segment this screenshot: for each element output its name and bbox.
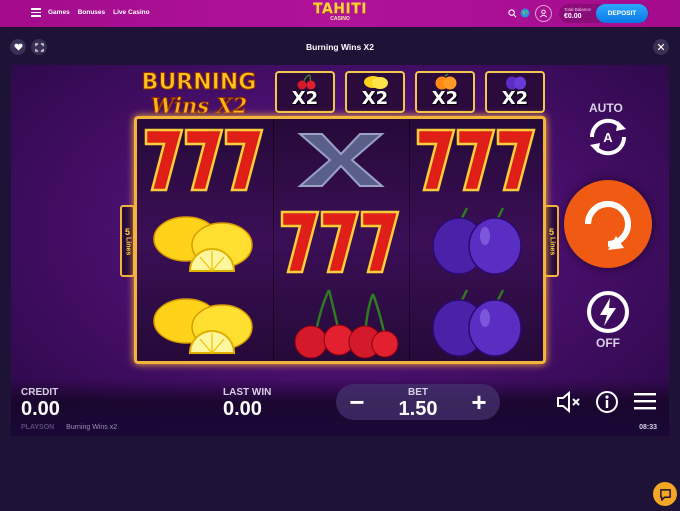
user-icon bbox=[540, 9, 547, 18]
badge-label: X2 bbox=[431, 88, 459, 109]
balance-value: €0.00 bbox=[564, 13, 582, 20]
lines-indicator-right: 5 Lines bbox=[544, 205, 559, 277]
symbol-cherry bbox=[273, 283, 409, 365]
lines-word: Lines bbox=[548, 236, 556, 256]
bet-control: − BET 1.50 + bbox=[336, 384, 500, 420]
provider-name: PLAYSON bbox=[21, 424, 55, 431]
casino-logo[interactable]: TAHITI CASINO bbox=[311, 2, 369, 22]
credit-value: 0.00 bbox=[21, 398, 60, 420]
close-game-button[interactable] bbox=[653, 39, 669, 55]
plum-icon bbox=[506, 76, 526, 90]
lemon-icon bbox=[364, 76, 388, 89]
lines-indicator-left: 5 Lines bbox=[120, 205, 135, 277]
last-win-label: LAST WIN bbox=[223, 387, 272, 398]
lemon-x2-badge: X2 bbox=[345, 71, 405, 113]
chat-button[interactable] bbox=[653, 482, 677, 506]
symbol-seven bbox=[409, 119, 545, 201]
cherry-x2-badge: X2 bbox=[275, 71, 335, 113]
symbol-seven bbox=[273, 201, 409, 283]
game-title: Burning Wins X2 bbox=[306, 42, 374, 52]
nav-live-casino[interactable]: Live Casino bbox=[113, 9, 149, 16]
menu-icon[interactable] bbox=[31, 8, 41, 18]
user-account-button[interactable] bbox=[535, 5, 552, 22]
lines-count: 5 bbox=[548, 226, 554, 237]
nav-games[interactable]: Games bbox=[48, 9, 70, 16]
turbo-icon[interactable] bbox=[586, 290, 630, 334]
info-icon[interactable] bbox=[595, 390, 619, 414]
bet-increase-button[interactable]: + bbox=[464, 387, 494, 417]
orange-x2-badge: X2 bbox=[415, 71, 475, 113]
deposit-button[interactable]: DEPOSIT bbox=[596, 4, 648, 23]
reels-area bbox=[134, 116, 546, 364]
bottom-control-panel: CREDIT 0.00 LAST WIN 0.00 − BET 1.50 + P… bbox=[11, 379, 669, 436]
spin-button[interactable] bbox=[564, 180, 652, 268]
symbol-plum bbox=[409, 201, 545, 283]
symbol-lemon bbox=[137, 201, 273, 283]
main-nav: Games Bonuses Live Casino bbox=[48, 9, 150, 16]
sound-off-icon[interactable] bbox=[556, 391, 582, 413]
lines-count: 5 bbox=[124, 226, 130, 237]
game-canvas[interactable]: BURNING Wins X2 X2 X2 X2 X2 5 Lines 5 Li… bbox=[11, 65, 669, 436]
clock: 08:33 bbox=[639, 424, 657, 431]
turbo-state-label: OFF bbox=[596, 336, 620, 350]
footer-game-name: Burning Wins x2 bbox=[66, 424, 118, 431]
spin-icon bbox=[585, 201, 631, 250]
cherry-icon bbox=[297, 74, 316, 90]
auto-spin-icon[interactable]: A bbox=[584, 113, 632, 161]
site-header: Games Bonuses Live Casino TAHITI CASINO … bbox=[0, 0, 680, 27]
game-logo-line1: BURNING bbox=[142, 70, 257, 95]
symbol-x bbox=[273, 119, 409, 201]
hamburger-icon[interactable] bbox=[634, 392, 656, 410]
nav-bonuses[interactable]: Bonuses bbox=[78, 9, 105, 16]
symbol-seven bbox=[137, 119, 273, 201]
badge-label: X2 bbox=[361, 88, 389, 109]
svg-text:A: A bbox=[603, 130, 613, 145]
credit-label: CREDIT bbox=[21, 387, 59, 398]
lines-word: Lines bbox=[124, 236, 132, 256]
balance-label: Total Balance bbox=[564, 7, 592, 12]
logo-text: TAHITI bbox=[313, 1, 367, 17]
chat-icon bbox=[659, 488, 671, 501]
game-logo-line2: Wins X2 bbox=[151, 93, 248, 118]
symbol-plum bbox=[409, 283, 545, 365]
symbol-lemon bbox=[137, 283, 273, 365]
game-logo: BURNING Wins X2 bbox=[141, 70, 257, 119]
badge-label: X2 bbox=[501, 88, 529, 109]
last-win-value: 0.00 bbox=[223, 398, 262, 420]
close-icon bbox=[657, 43, 665, 51]
globe-icon[interactable] bbox=[520, 8, 530, 18]
game-header: Burning Wins X2 bbox=[0, 27, 680, 65]
search-icon[interactable] bbox=[508, 9, 517, 18]
plum-x2-badge: X2 bbox=[485, 71, 545, 113]
footer-info: PLAYSON Burning Wins x2 bbox=[21, 424, 117, 431]
badge-label: X2 bbox=[291, 88, 319, 109]
orange-icon bbox=[435, 74, 457, 90]
